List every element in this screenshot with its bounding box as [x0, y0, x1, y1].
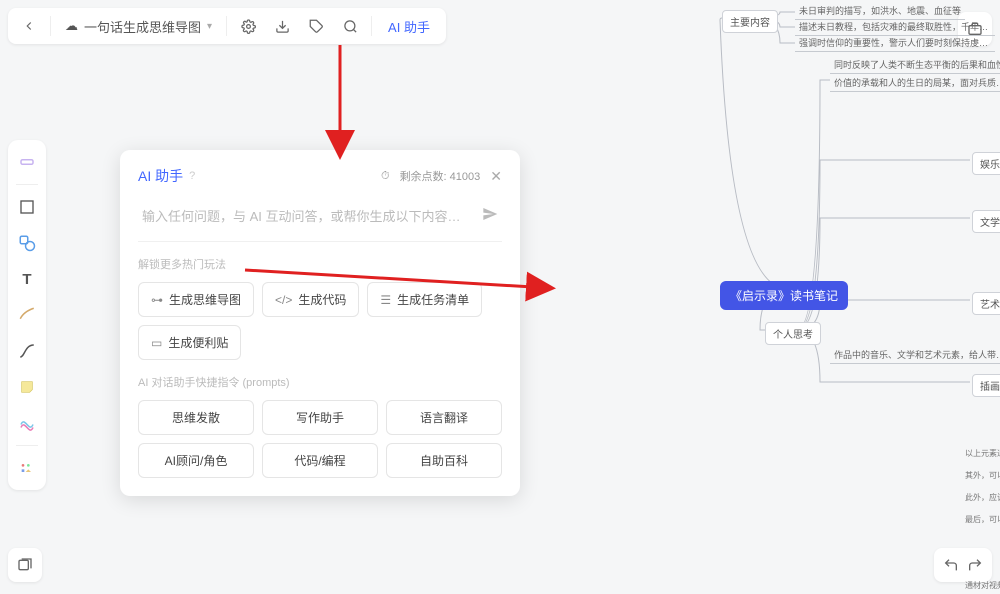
side-toolbar: T: [8, 140, 46, 490]
chip-gen-code[interactable]: </>生成代码: [262, 282, 359, 317]
mindmap-leaf[interactable]: 作品中的音乐、文学和艺术元素，给人带来惊艳的视感感受: [830, 348, 1000, 364]
chip-prompt-1[interactable]: 写作助手: [262, 400, 378, 435]
mindmap-branch-1[interactable]: 主要内容: [722, 10, 778, 33]
settings-icon[interactable]: [235, 13, 261, 39]
tool-link[interactable]: [13, 409, 41, 437]
tool-text[interactable]: T: [13, 265, 41, 293]
close-icon[interactable]: ✕: [490, 168, 502, 185]
mindmap-icon: ⊶: [151, 293, 163, 307]
send-icon[interactable]: [482, 206, 498, 227]
tool-connector[interactable]: [13, 337, 41, 365]
code-icon: </>: [275, 293, 292, 307]
search-icon[interactable]: [337, 13, 363, 39]
chip-gen-sticky[interactable]: ▭生成便利贴: [138, 325, 241, 360]
chip-prompt-4[interactable]: 代码/编程: [262, 443, 378, 478]
mindmap-sub[interactable]: 艺术元素: [972, 292, 1000, 315]
clock-icon: ⏱: [381, 170, 390, 183]
mindmap-leaf[interactable]: 描述末日教程，包括灾难的最终取胜性，千年王国的实现等: [795, 20, 995, 36]
mindmap-sub[interactable]: 文学元素: [972, 210, 1000, 233]
section-title-2: AI 对话助手快捷指令 (prompts): [138, 374, 502, 390]
back-button[interactable]: [16, 13, 42, 39]
annotation-arrow-1: [320, 40, 360, 160]
points-remaining: 剩余点数: 41003: [400, 168, 481, 184]
tag-icon[interactable]: [303, 13, 329, 39]
tool-more[interactable]: [13, 454, 41, 482]
doc-title-text: 一句话生成思维导图: [84, 17, 201, 36]
mindmap-branch-2[interactable]: 个人思考: [765, 322, 821, 345]
section-title-1: 解锁更多热门玩法: [138, 256, 502, 272]
mindmap-leaf[interactable]: 同时反映了人类不断生态平衡的后果和血性的重要性: [830, 58, 1000, 74]
top-toolbar: ☁ 一句话生成思维导图 ▾ AI 助手: [8, 8, 446, 44]
mindmap-tiny: 通材对视频人物技继庭历朝: [965, 580, 1000, 591]
chip-prompt-0[interactable]: 思维发散: [138, 400, 254, 435]
chip-gen-tasklist[interactable]: ☰生成任务清单: [367, 282, 482, 317]
layers-button[interactable]: [8, 548, 42, 582]
cloud-icon: ☁: [65, 18, 78, 34]
note-icon: ▭: [151, 336, 162, 350]
mindmap-leaf[interactable]: 未日审判的描写，如洪水、地震、血征等: [795, 4, 965, 20]
ai-prompt-input[interactable]: [142, 209, 472, 224]
doc-title-dropdown[interactable]: ☁ 一句话生成思维导图 ▾: [59, 17, 218, 36]
chevron-down-icon: ▾: [207, 21, 212, 32]
chip-prompt-3[interactable]: AI顾问/角色: [138, 443, 254, 478]
tool-pen[interactable]: [13, 301, 41, 329]
mindmap-leaf[interactable]: 强调时信仰的重要性，警示人们要时刻保持虔诚的话语: [795, 36, 995, 52]
mindmap-sub[interactable]: 插画语言: [972, 374, 1000, 397]
chip-prompt-2[interactable]: 语言翻译: [386, 400, 502, 435]
mindmap-canvas[interactable]: 《启示录》读书笔记 主要内容 未日审判的描写，如洪水、地震、血征等 描述末日教程…: [570, 0, 1000, 594]
quick-actions-row: ⊶生成思维导图 </>生成代码 ☰生成任务清单 ▭生成便利贴: [138, 282, 502, 360]
mindmap-tiny: 以上元素通过艺术音中的音乐、文学等艺: [965, 448, 1000, 459]
tool-sticky[interactable]: [13, 373, 41, 401]
ai-assistant-panel: AI 助手 ? ⏱ 剩余点数: 41003 ✕ 解锁更多热门玩法 ⊶生成思维导图…: [120, 150, 520, 496]
prompts-grid: 思维发散 写作助手 语言翻译 AI顾问/角色 代码/编程 自助百科: [138, 400, 502, 478]
mindmap-tiny: 此外，应该主要作为情感复，: [965, 492, 1000, 503]
list-icon: ☰: [380, 293, 391, 307]
ai-panel-title: AI 助手: [138, 166, 183, 186]
ai-assistant-button[interactable]: AI 助手: [380, 17, 438, 36]
chip-prompt-5[interactable]: 自助百科: [386, 443, 502, 478]
mindmap-leaf[interactable]: 价值的承载和人的生日的局某，面对兵质和生命价值取向很难的悲哀带给读者感悟: [830, 76, 1000, 92]
tool-frame[interactable]: [13, 193, 41, 221]
export-icon[interactable]: [269, 13, 295, 39]
mindmap-sub[interactable]: 娱乐元素: [972, 152, 1000, 175]
chip-gen-mindmap[interactable]: ⊶生成思维导图: [138, 282, 254, 317]
tool-shape[interactable]: [13, 229, 41, 257]
help-icon[interactable]: ?: [189, 170, 195, 182]
mindmap-root-node[interactable]: 《启示录》读书笔记: [720, 281, 848, 310]
mindmap-tiny: 最后，可以观察叙事化最人产生情解决新愿景，同时，从而在一步步技术、文字等说，选得…: [965, 514, 1000, 525]
tool-node[interactable]: [13, 148, 41, 176]
mindmap-tiny: 其外，可以通过其最会引发观摩共性，: [965, 470, 1000, 481]
